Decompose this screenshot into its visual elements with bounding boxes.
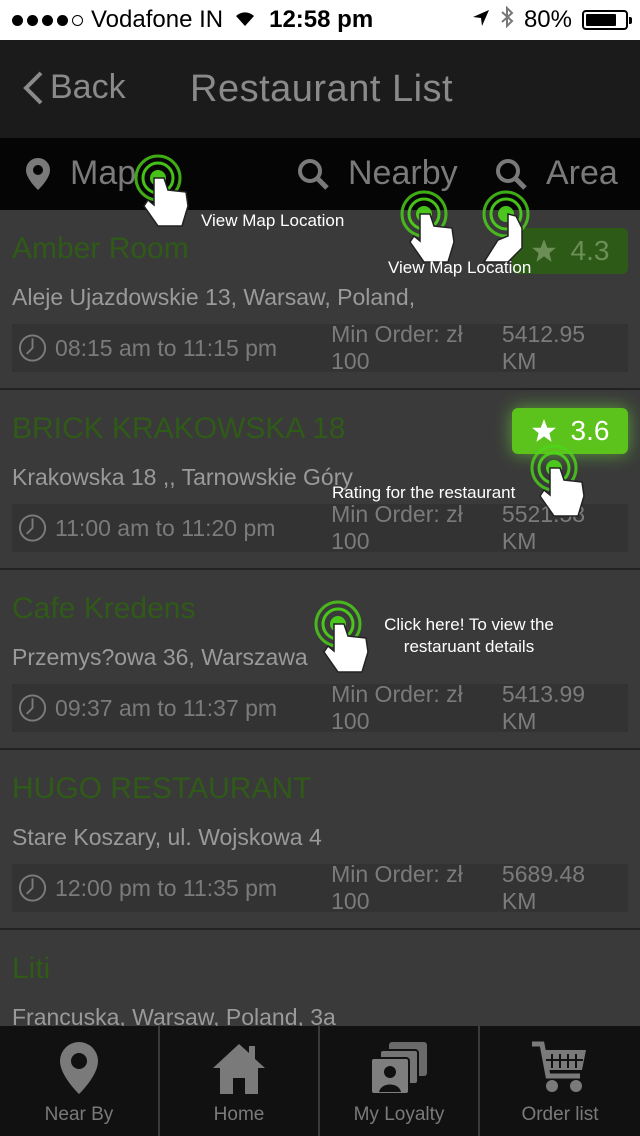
clock-icon (18, 514, 47, 542)
filter-bar: Map Nearby Area (0, 138, 640, 210)
distance: 5412.95 KM (501, 321, 586, 374)
tab-home-label: Home (213, 1104, 265, 1125)
clock-icon (18, 874, 47, 902)
location-arrow-icon (472, 6, 490, 34)
tab-near-by-label: Near By (44, 1104, 114, 1125)
carrier-name: Vodafone IN (91, 6, 224, 33)
distance: 5413.99 KM (501, 681, 586, 734)
tab-bar: Near By Home My Loyalty Order list (0, 1026, 640, 1136)
tab-home[interactable]: Home (160, 1026, 320, 1136)
battery-percent: 80% (523, 6, 572, 33)
area-filter-label: Area (546, 154, 618, 192)
restaurant-address: Aleje Ujazdowskie 13, Warsaw, Poland, (12, 284, 416, 310)
tab-order-list-label: Order list (521, 1104, 599, 1125)
map-pin-icon (60, 1042, 98, 1094)
tab-my-loyalty-label: My Loyalty (353, 1104, 445, 1125)
map-pin-icon (26, 157, 50, 190)
restaurant-address: Francuska, Warsaw, Poland, 3a (12, 1004, 336, 1026)
status-bar: Vodafone IN 12:58 pm 80% (0, 0, 640, 40)
restaurant-address: Krakowska 18 ,, Tarnowskie Góry (12, 464, 353, 490)
restaurant-info: 09:37 am to 11:37 pm Min Order: zł 100 5… (12, 681, 628, 734)
restaurant-name: HUGO RESTAURANT (12, 772, 312, 805)
opening-hours: 12:00 pm to 11:35 pm (55, 874, 278, 901)
battery-icon (582, 10, 632, 30)
search-icon (298, 158, 329, 190)
restaurant-info: 12:00 pm to 11:35 pm Min Order: zł 100 5… (12, 861, 628, 914)
opening-hours: 08:15 am to 11:15 pm (55, 334, 278, 361)
distance: 5689.48 KM (501, 861, 586, 914)
opening-hours: 11:00 am to 11:20 pm (55, 514, 276, 541)
restaurant-address: Przemys?owa 36, Warszawa (12, 644, 308, 670)
min-order: Min Order: zł 100 (331, 861, 463, 914)
restaurant-name: Liti (12, 952, 51, 985)
status-time: 12:58 pm (269, 6, 374, 33)
hint-view-map-location: View Map Location (201, 211, 345, 230)
restaurant-row[interactable]: HUGO RESTAURANT Stare Koszary, ul. Wojsk… (0, 750, 640, 930)
min-order: Min Order: zł 100 (331, 681, 463, 734)
back-label: Back (50, 68, 126, 106)
restaurant-row[interactable]: Amber Room 4.3 Aleje Ujazdowskie 13, War… (0, 210, 640, 390)
restaurant-row[interactable]: Liti Francuska, Warsaw, Poland, 3a (0, 930, 640, 1026)
back-button[interactable]: Back (22, 68, 126, 107)
restaurant-info: 08:15 am to 11:15 pm Min Order: zł 100 5… (12, 321, 628, 374)
clock-icon (18, 334, 47, 362)
tab-near-by[interactable]: Near By (0, 1026, 160, 1136)
tap-finger-icon (134, 154, 189, 227)
restaurant-name: Cafe Kredens (12, 592, 196, 625)
clock-icon (18, 694, 47, 722)
home-icon (213, 1044, 265, 1094)
rating-value: 4.3 (570, 235, 610, 266)
map-filter-label: Map (70, 154, 137, 192)
page-title: Restaurant List (190, 68, 454, 110)
map-filter-button[interactable]: Map (24, 154, 136, 193)
hint-view-details: Click here! To view the restaruant detai… (384, 615, 554, 656)
tap-finger-icon (530, 444, 585, 517)
shopping-cart-icon (532, 1041, 586, 1092)
restaurant-address: Stare Koszary, ul. Wojskowa 4 (12, 824, 322, 850)
navigation-bar: Back Restaurant List (0, 40, 640, 138)
tap-finger-icon (314, 600, 369, 673)
hint-rating: Rating for the restaurant (332, 483, 516, 502)
signal-icon (12, 14, 83, 26)
hint-view-map-location: View Map Location (388, 258, 532, 277)
restaurant-name: BRICK KRAKOWSKA 18 (12, 412, 346, 445)
min-order: Min Order: zł 100 (331, 501, 463, 554)
tab-order-list[interactable]: Order list (480, 1026, 640, 1136)
opening-hours: 09:37 am to 11:37 pm (55, 694, 278, 721)
wifi-icon (233, 6, 257, 34)
loyalty-cards-icon (370, 1042, 427, 1095)
tab-my-loyalty[interactable]: My Loyalty (320, 1026, 480, 1136)
min-order: Min Order: zł 100 (331, 321, 463, 374)
chevron-left-icon (23, 71, 43, 104)
bluetooth-icon (500, 5, 514, 35)
